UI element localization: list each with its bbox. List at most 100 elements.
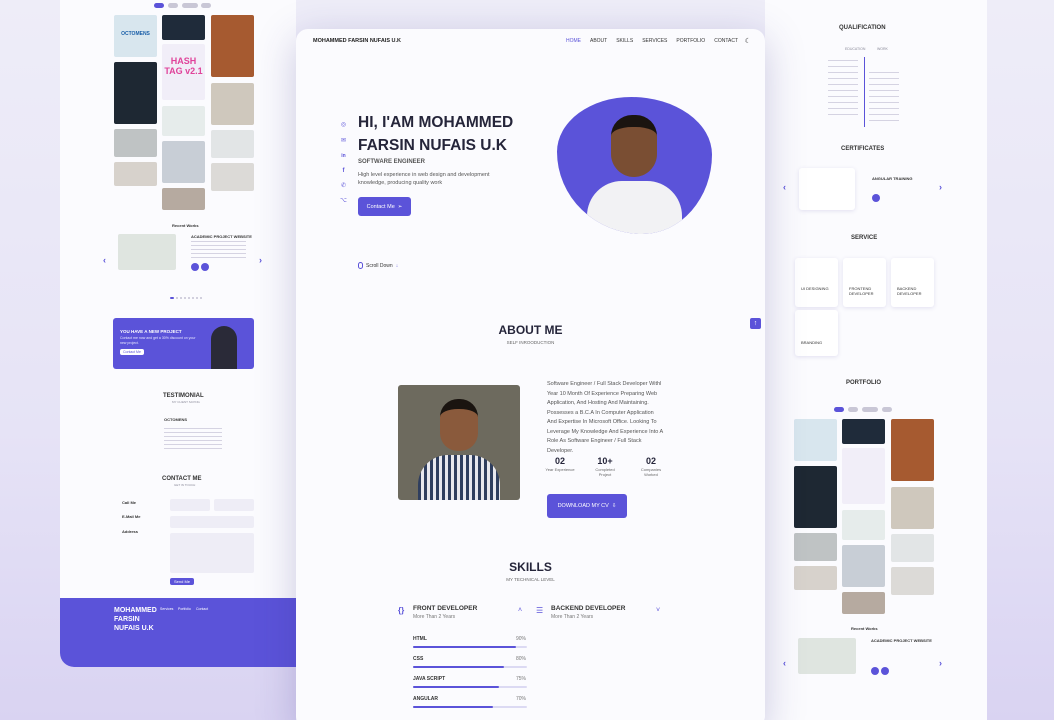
contact-me-label: Contact Me: [366, 203, 395, 210]
r-project-thumb[interactable]: [798, 638, 856, 674]
service-card-frontend[interactable]: FRONTEND DEVELOPER: [843, 258, 886, 307]
scroll-down-label: Scroll Down: [366, 262, 393, 269]
nav-home[interactable]: HOME: [566, 38, 581, 44]
prev-arrow-icon[interactable]: ‹: [103, 255, 106, 265]
desk-thumb[interactable]: [211, 163, 254, 191]
r-workspace-thumb[interactable]: [842, 592, 885, 614]
message-field[interactable]: [170, 533, 254, 573]
footer-link-services[interactable]: Services: [160, 607, 173, 611]
laptop-thumb[interactable]: [114, 62, 157, 124]
nav-portfolio[interactable]: PORTFOLIO: [676, 38, 705, 44]
r-hashtag-thumb[interactable]: [842, 448, 885, 504]
r-laptop-thumb[interactable]: [794, 466, 837, 528]
frontend-header[interactable]: {} FRONT DEVELOPER More Than 2 Years ˄: [398, 604, 526, 624]
code-bracket-icon: {}: [398, 606, 405, 615]
education-tab[interactable]: EDUCATION: [845, 47, 865, 52]
project-thumb[interactable]: [118, 234, 176, 270]
send-button[interactable]: Send Me: [170, 578, 195, 585]
r-monitor-thumb[interactable]: [842, 510, 885, 540]
cert-prev-arrow-icon[interactable]: ‹: [783, 182, 786, 192]
mail-icon[interactable]: ✉: [340, 138, 347, 145]
hashtag-text: HASH TAG v2.1: [164, 56, 203, 76]
timeline-right-lines: [869, 72, 899, 122]
tab-branding[interactable]: [182, 3, 198, 8]
timeline-left-lines: [828, 60, 858, 120]
scroll-down[interactable]: Scroll Down ↓: [358, 262, 398, 269]
r-project-title: ACADEMIC PROJECT WEBSITE: [871, 638, 932, 643]
footer-link-contact[interactable]: Contact: [196, 607, 208, 611]
testimonial-text-lines: [164, 428, 222, 450]
tab-ui[interactable]: [201, 3, 211, 8]
contact-me-button[interactable]: Contact Me ➢: [358, 197, 411, 216]
service-card-ui[interactable]: UI DESIGNING: [795, 258, 838, 307]
r-sketch-thumb[interactable]: [842, 545, 885, 587]
chevron-up-icon[interactable]: ˄: [518, 607, 522, 614]
right-preview: QUALIFICATION EDUCATION WORK CERTIFICATE…: [765, 0, 987, 720]
monitor-thumb[interactable]: [162, 106, 205, 136]
project-demo-button[interactable]: [201, 263, 209, 271]
download-cv-button[interactable]: DOWNLOAD MY CV ⇩: [547, 494, 627, 518]
r-imac-thumb[interactable]: [794, 566, 837, 590]
r-phone-wood-thumb[interactable]: [891, 487, 934, 529]
sketch-thumb[interactable]: [162, 141, 205, 183]
work-tab[interactable]: WORK: [877, 47, 888, 52]
r-desk-thumb[interactable]: [891, 567, 934, 595]
instagram-icon[interactable]: ◎: [340, 122, 347, 129]
r-prev-arrow-icon[interactable]: ‹: [783, 658, 786, 668]
nav-contact[interactable]: CONTACT: [714, 38, 738, 44]
phone-wood-thumb[interactable]: [211, 83, 254, 125]
r-mockup-thumb[interactable]: [891, 534, 934, 562]
nav-services[interactable]: SERVICES: [642, 38, 667, 44]
cert-next-arrow-icon[interactable]: ›: [939, 182, 942, 192]
tab-web[interactable]: [168, 3, 178, 8]
r-qr-thumb[interactable]: [794, 533, 837, 561]
r-project-link-button[interactable]: [871, 667, 879, 675]
arrow-down-icon: ↓: [395, 262, 399, 269]
r-project-demo-button[interactable]: [881, 667, 889, 675]
r-tab-ui[interactable]: [882, 407, 892, 412]
nav-logo[interactable]: MOHAMMED FARSIN NUFAIS U.K: [313, 38, 401, 44]
phone-thumb[interactable]: [162, 15, 205, 40]
tab-all[interactable]: [154, 3, 164, 8]
imac-thumb[interactable]: [114, 162, 157, 186]
mockup-thumb[interactable]: [211, 130, 254, 158]
launch-thumb[interactable]: [211, 15, 254, 77]
backend-header[interactable]: ☰ BACKEND DEVELOPER More Than 2 Years ˅: [536, 604, 664, 624]
stat-experience-label: Year Experience: [545, 467, 575, 472]
skill-name: HTML: [413, 636, 427, 642]
facebook-icon[interactable]: f: [340, 168, 347, 175]
hashtag-thumb[interactable]: HASH TAG v2.1: [162, 44, 205, 100]
r-next-arrow-icon[interactable]: ›: [939, 658, 942, 668]
hero-title: HI, I'AM MOHAMMED FARSIN NUFAIS U.K: [358, 114, 514, 154]
skill-name: JAVA SCRIPT: [413, 676, 446, 682]
r-tab-all[interactable]: [834, 407, 844, 412]
skill-bar-fill: [413, 646, 516, 648]
github-icon[interactable]: ⌥: [340, 198, 347, 205]
project-link-button[interactable]: [191, 263, 199, 271]
service-card-branding[interactable]: BRANDING: [795, 310, 838, 356]
r-launch-thumb[interactable]: [891, 419, 934, 481]
nav-about[interactable]: ABOUT: [590, 38, 607, 44]
footer-link-portfolio[interactable]: Portfolio: [178, 607, 191, 611]
testimonial-sub: MY CLIENT SAYING: [172, 400, 200, 404]
linkedin-icon[interactable]: in: [340, 153, 347, 160]
chevron-down-icon[interactable]: ˅: [656, 607, 660, 614]
r-tab-web[interactable]: [848, 407, 858, 412]
banner-contact-button[interactable]: Contact Me: [120, 349, 144, 355]
name-field[interactable]: [170, 499, 210, 511]
qr-thumb[interactable]: [114, 129, 157, 157]
cert-view-button[interactable]: [872, 194, 880, 202]
r-octomens-thumb[interactable]: [794, 419, 837, 461]
whatsapp-icon[interactable]: ✆: [340, 183, 347, 190]
email-field[interactable]: [214, 499, 254, 511]
octomens-thumb[interactable]: OCTOMENS: [114, 15, 157, 57]
moon-icon[interactable]: ☾: [745, 37, 751, 45]
next-arrow-icon[interactable]: ›: [259, 255, 262, 265]
workspace-thumb[interactable]: [162, 188, 205, 210]
nav-skills[interactable]: SKILLS: [616, 38, 633, 44]
subject-field[interactable]: [170, 516, 254, 528]
r-phone-thumb[interactable]: [842, 419, 885, 444]
r-tab-branding[interactable]: [862, 407, 878, 412]
service-card-backend[interactable]: BACKEND DEVELOPER: [891, 258, 934, 307]
certificate-image[interactable]: [799, 168, 855, 210]
